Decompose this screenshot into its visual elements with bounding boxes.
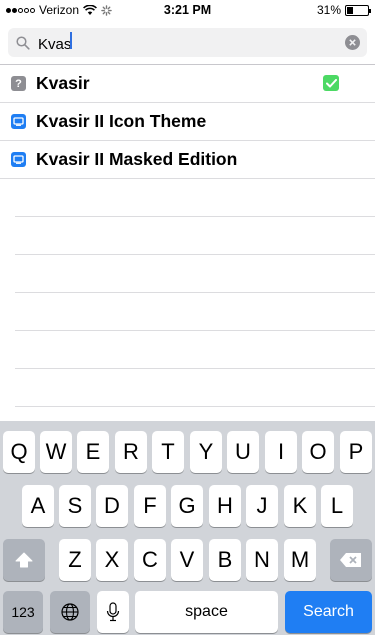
battery-icon [345, 4, 371, 16]
key-u[interactable]: U [227, 431, 259, 473]
package-icon [11, 152, 26, 167]
list-item-kvasir-ii-masked-edition[interactable]: Kvasir II Masked Edition [0, 141, 375, 179]
key-b[interactable]: B [209, 539, 241, 581]
empty-row [15, 331, 375, 369]
search-icon [16, 35, 30, 50]
key-i[interactable]: I [265, 431, 297, 473]
key-w[interactable]: W [40, 431, 72, 473]
status-right: 31% [316, 3, 371, 17]
globe-icon [61, 603, 79, 621]
search-key[interactable]: Search [285, 591, 372, 633]
package-icon [11, 114, 26, 129]
checkmark-icon [323, 75, 339, 91]
battery-level [347, 6, 354, 14]
key-m[interactable]: M [284, 539, 316, 581]
key-t[interactable]: T [152, 431, 184, 473]
status-bar: Verizon 3:21 PM 31% [0, 0, 375, 21]
key-f[interactable]: F [134, 485, 166, 527]
delete-key[interactable] [330, 539, 372, 581]
question-icon: ? [11, 76, 26, 91]
keyboard: Q W E R T Y U I O P A S D F G H J K L Z … [0, 421, 375, 635]
key-s[interactable]: S [59, 485, 91, 527]
empty-row [15, 369, 375, 407]
results-list: ? Kvasir Kvasir II Icon Theme Kvasir II … [0, 65, 375, 407]
key-d[interactable]: D [96, 485, 128, 527]
key-n[interactable]: N [246, 539, 278, 581]
search-bar: Kvas [0, 21, 375, 65]
list-item-title: Kvasir [36, 73, 90, 93]
list-item-kvasir-ii-icon-theme[interactable]: Kvasir II Icon Theme [0, 103, 375, 141]
key-o[interactable]: O [302, 431, 334, 473]
key-z[interactable]: Z [59, 539, 91, 581]
key-g[interactable]: G [171, 485, 203, 527]
key-x[interactable]: X [96, 539, 128, 581]
search-field[interactable]: Kvas [8, 28, 367, 57]
key-e[interactable]: E [77, 431, 109, 473]
key-v[interactable]: V [171, 539, 203, 581]
search-input[interactable]: Kvas [38, 32, 328, 53]
globe-key[interactable] [50, 591, 90, 633]
empty-row [15, 293, 375, 331]
microphone-key[interactable] [97, 591, 129, 633]
microphone-icon [106, 602, 120, 622]
key-h[interactable]: H [209, 485, 241, 527]
empty-row [15, 217, 375, 255]
battery-percent: 31% [316, 3, 341, 17]
key-p[interactable]: P [340, 431, 372, 473]
list-item-kvasir[interactable]: ? Kvasir [0, 65, 375, 103]
key-q[interactable]: Q [3, 431, 35, 473]
key-y[interactable]: Y [190, 431, 222, 473]
key-a[interactable]: A [22, 485, 54, 527]
key-r[interactable]: R [115, 431, 147, 473]
text-caret [70, 32, 73, 49]
clear-icon[interactable] [345, 35, 360, 50]
key-l[interactable]: L [321, 485, 353, 527]
list-item-title: Kvasir II Icon Theme [36, 111, 207, 131]
list-item-title: Kvasir II Masked Edition [36, 149, 238, 169]
search-query: Kvas [38, 36, 72, 53]
space-key[interactable]: space [135, 591, 278, 633]
empty-row [15, 255, 375, 293]
key-j[interactable]: J [246, 485, 278, 527]
empty-row [15, 179, 375, 217]
backspace-icon [340, 553, 361, 567]
shift-icon [15, 552, 33, 568]
key-c[interactable]: C [134, 539, 166, 581]
shift-key[interactable] [3, 539, 45, 581]
key-k[interactable]: K [284, 485, 316, 527]
numbers-key[interactable]: 123 [3, 591, 43, 633]
